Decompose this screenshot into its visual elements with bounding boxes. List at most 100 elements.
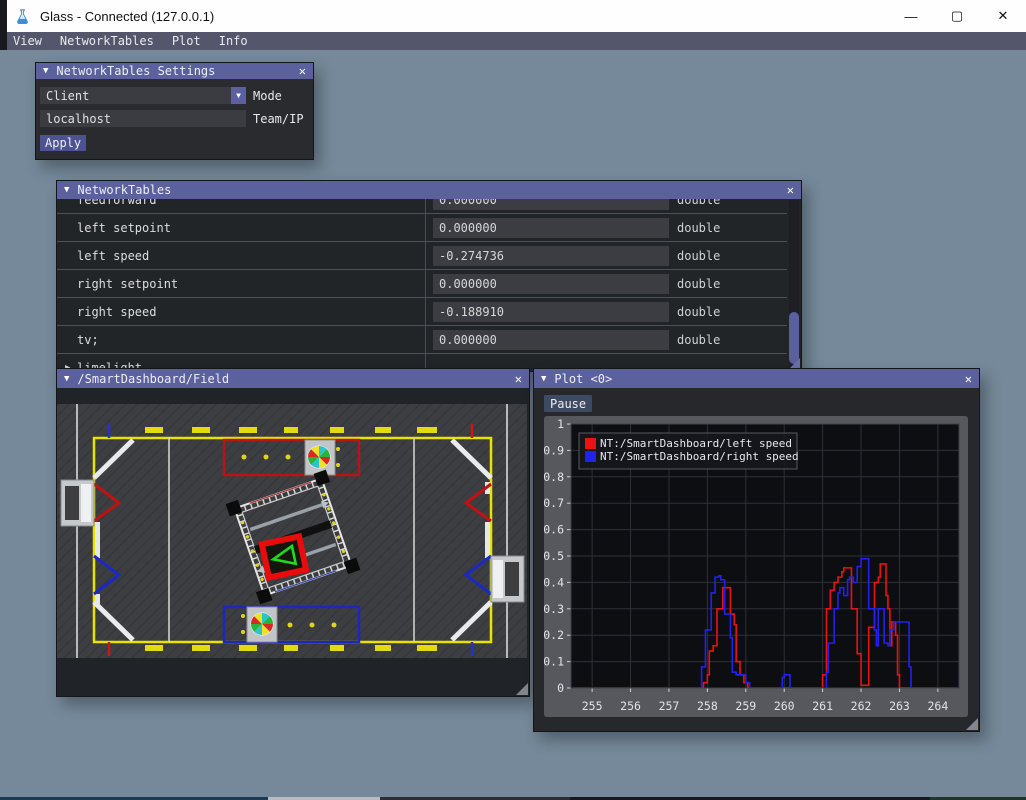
color-wheel-top: [307, 445, 330, 468]
y-tick-label: 0.5: [544, 549, 564, 563]
entry-value-input[interactable]: 0.000000: [433, 199, 669, 210]
y-tick-label: 0.3: [544, 602, 564, 616]
collapse-arrow-icon[interactable]: ▼: [64, 374, 69, 384]
legend-label[interactable]: NT:/SmartDashboard/left speed: [600, 437, 792, 450]
close-icon[interactable]: ✕: [515, 373, 522, 385]
mode-label: Mode: [253, 89, 282, 103]
screen: Glass - Connected (127.0.0.1) — ▢ ✕ View…: [0, 0, 1026, 800]
driver-station-left: [61, 480, 94, 526]
plot-canvas[interactable]: 25525625725825926026126226326400.10.20.3…: [544, 416, 968, 717]
close-icon[interactable]: ✕: [965, 373, 972, 385]
plot-window-titlebar[interactable]: ▼ Plot <0> ✕: [534, 369, 979, 388]
legend-swatch[interactable]: [585, 438, 596, 449]
entry-name: right setpoint: [57, 277, 429, 291]
entry-value-input[interactable]: -0.188910: [433, 302, 669, 322]
settings-window-titlebar[interactable]: ▼ NetworkTables Settings ✕: [36, 63, 313, 79]
minimize-button[interactable]: —: [888, 0, 934, 32]
close-icon[interactable]: ✕: [299, 65, 306, 77]
window-corner-notch: [0, 0, 7, 50]
close-button[interactable]: ✕: [980, 0, 1026, 32]
y-tick-label: 0: [557, 681, 564, 695]
settings-window-body: Client ▼ Mode localhost Team/IP Apply: [36, 79, 313, 159]
color-wheel-bottom: [250, 612, 273, 635]
y-tick-label: 0.4: [544, 575, 564, 589]
entry-type: double: [677, 277, 720, 291]
driver-station-right: [491, 556, 524, 602]
field-canvas[interactable]: [57, 404, 527, 658]
flask-icon: [14, 8, 31, 25]
plot-window: ▼ Plot <0> ✕ Pause 255 256 257 258 259 260 261…: [533, 368, 980, 732]
resize-grip[interactable]: [516, 683, 528, 695]
x-tick-label: 262: [851, 699, 872, 713]
entry-name: feedforward: [57, 199, 429, 207]
y-tick-label: 0.6: [544, 523, 564, 537]
field-window-titlebar[interactable]: ▼ /SmartDashboard/Field ✕: [57, 369, 529, 388]
table-rows: feedforward0.000000doubleleft setpoint0.…: [57, 199, 787, 371]
apply-button[interactable]: Apply: [40, 135, 86, 151]
table-row: feedforward 0.000000 double: [57, 199, 787, 214]
y-tick-label: 0.7: [544, 496, 564, 510]
vertical-scrollbar[interactable]: [789, 200, 799, 369]
networktables-window-title: NetworkTables: [77, 183, 171, 197]
x-tick-label: 261: [812, 699, 833, 713]
entry-type: double: [677, 305, 720, 319]
entry-name: tv;: [57, 333, 429, 347]
legend-label[interactable]: NT:/SmartDashboard/right speed: [600, 450, 799, 463]
collapse-arrow-icon[interactable]: ▼: [541, 374, 546, 384]
y-tick-label: 0.9: [544, 443, 564, 457]
networktables-table: feedforward0.000000doubleleft setpoint0.…: [57, 199, 801, 371]
y-tick-label: 0.8: [544, 470, 564, 484]
scrollbar-thumb[interactable]: [789, 312, 799, 364]
networktables-settings-window: ▼ NetworkTables Settings ✕ Client ▼ Mode…: [35, 62, 314, 160]
entry-value-input[interactable]: -0.274736: [433, 246, 669, 266]
entry-value-input[interactable]: 0.000000: [433, 274, 669, 294]
menu-item-info[interactable]: Info: [210, 32, 257, 50]
x-tick-label: 260: [774, 699, 795, 713]
close-icon[interactable]: ✕: [787, 184, 794, 196]
entry-type: double: [677, 221, 720, 235]
field-window: ▼ /SmartDashboard/Field ✕: [56, 368, 530, 697]
table-row: right setpoint 0.000000 double: [57, 270, 787, 298]
x-tick-label: 256: [620, 699, 641, 713]
menu-item-view[interactable]: View: [4, 32, 51, 50]
window-controls: — ▢ ✕: [888, 0, 1026, 32]
x-tick-label: 263: [889, 699, 910, 713]
entry-value-input[interactable]: 0.000000: [433, 330, 669, 350]
table-row: left speed-0.274736double: [57, 242, 787, 270]
networktables-window: ▼ NetworkTables ✕ feedforward 0.000000 dou…: [56, 180, 802, 372]
collapse-arrow-icon[interactable]: ▼: [43, 66, 48, 76]
robot-marker[interactable]: [262, 536, 306, 577]
table-row: left setpoint0.000000double: [57, 214, 787, 242]
chevron-down-icon[interactable]: ▼: [231, 87, 246, 104]
menubar: ViewNetworkTablesPlotInfo: [0, 32, 1026, 50]
x-tick-label: 258: [697, 699, 718, 713]
networktables-window-titlebar[interactable]: ▼ NetworkTables ✕: [57, 181, 801, 199]
pause-button[interactable]: Pause: [544, 395, 592, 412]
resize-grip[interactable]: [966, 718, 978, 730]
entry-type: double: [677, 249, 720, 263]
field-window-title: /SmartDashboard/Field: [77, 372, 229, 386]
x-tick-label: 255: [582, 699, 603, 713]
team-ip-input[interactable]: localhost: [40, 110, 246, 127]
menu-item-networktables[interactable]: NetworkTables: [51, 32, 163, 50]
maximize-button[interactable]: ▢: [934, 0, 980, 32]
plot-window-body: Pause 25525625725825926026126226326400.1…: [534, 388, 979, 731]
apply-row: Apply: [40, 135, 86, 151]
entry-value-input[interactable]: 0.000000: [433, 218, 669, 238]
team-ip-row: localhost Team/IP: [40, 110, 304, 127]
legend-swatch[interactable]: [585, 451, 596, 462]
x-tick-label: 257: [659, 699, 680, 713]
y-tick-label: 1: [557, 417, 564, 431]
menu-item-plot[interactable]: Plot: [163, 32, 210, 50]
entry-type: double: [677, 333, 720, 347]
window-title: Glass - Connected (127.0.0.1): [40, 9, 214, 24]
settings-window-title: NetworkTables Settings: [56, 64, 215, 78]
os-titlebar[interactable]: Glass - Connected (127.0.0.1) — ▢ ✕: [0, 0, 1026, 33]
x-tick-label: 259: [735, 699, 756, 713]
mode-select[interactable]: Client: [40, 87, 231, 104]
entry-type: double: [677, 199, 720, 207]
plot-window-title: Plot <0>: [554, 372, 612, 386]
collapse-arrow-icon[interactable]: ▼: [64, 185, 69, 195]
entry-name: right speed: [57, 305, 429, 319]
x-tick-label: 264: [927, 699, 948, 713]
